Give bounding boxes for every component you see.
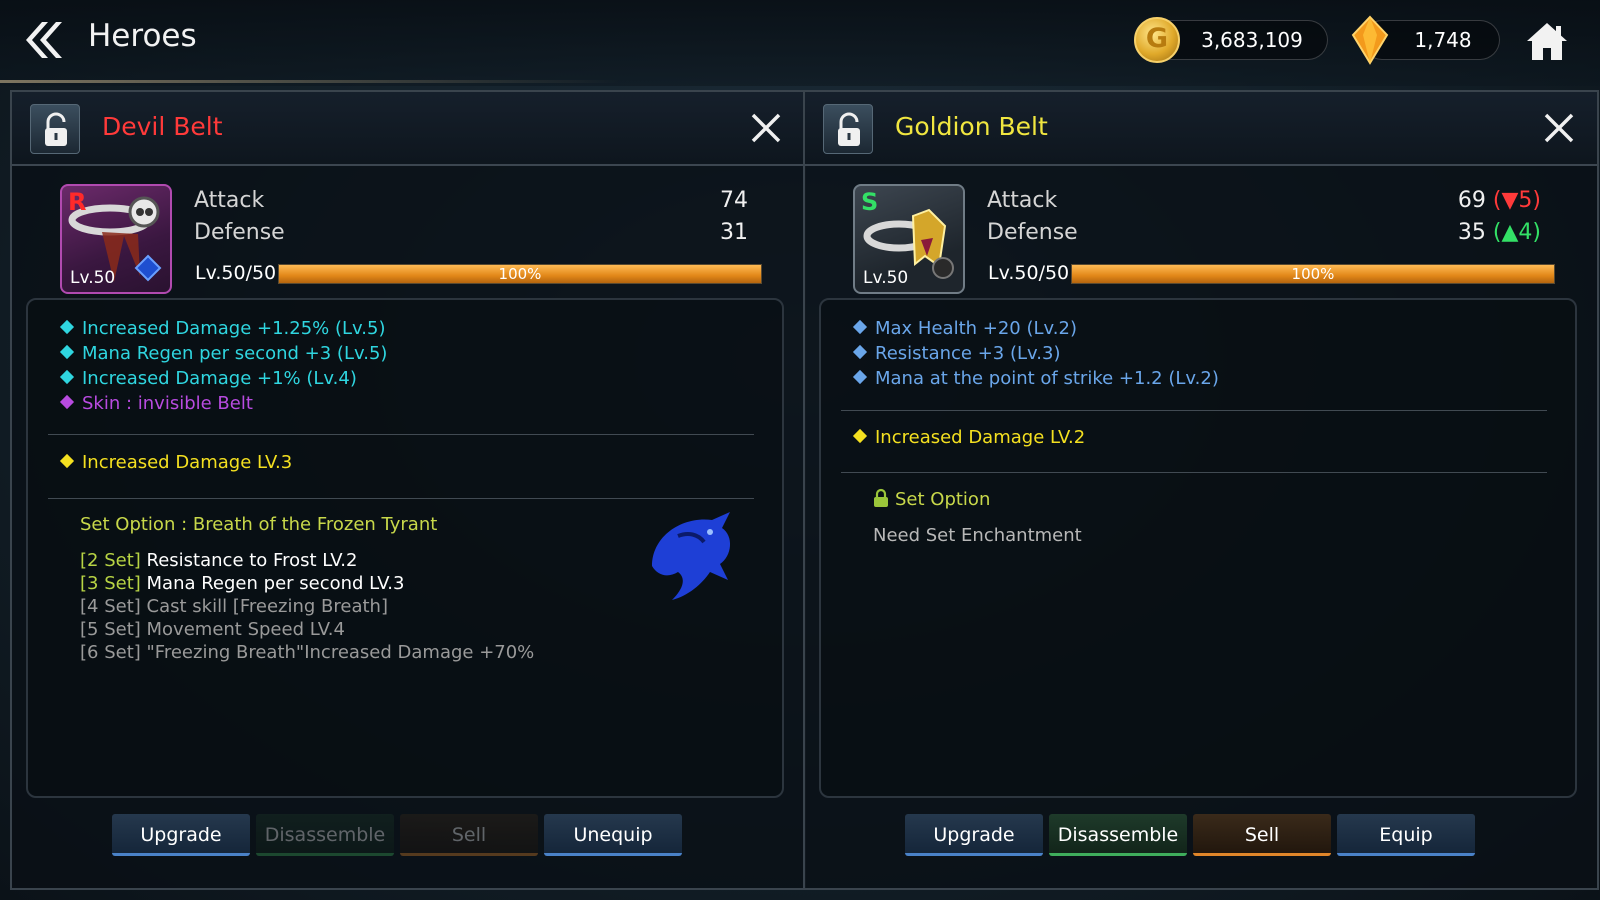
divider bbox=[48, 434, 754, 435]
dragon-set-emblem-icon bbox=[652, 512, 731, 600]
item-details: Increased Damage +1.25% (Lv.5) Mana Rege… bbox=[26, 298, 784, 798]
attack-label: Attack bbox=[194, 188, 265, 213]
disassemble-button[interactable]: Disassemble bbox=[256, 814, 394, 856]
gem-amount: 1,748 bbox=[1414, 28, 1472, 52]
option-line: Mana Regen per second +3 (Lv.5) bbox=[59, 343, 387, 364]
item-icon: S Lv.50 bbox=[853, 184, 965, 294]
panel-header: Devil Belt bbox=[12, 92, 804, 166]
level-label: Lv.50/50 bbox=[195, 262, 277, 284]
set-requirement: Need Set Enchantment bbox=[873, 525, 1082, 546]
set-bonus-line: [6 Set] "Freezing Breath"Increased Damag… bbox=[80, 642, 535, 663]
special-option: Increased Damage LV.2 bbox=[852, 427, 1085, 448]
divider bbox=[841, 472, 1547, 473]
lock-icon bbox=[874, 488, 888, 507]
upgrade-button[interactable]: Upgrade bbox=[905, 814, 1043, 856]
set-bonus-line: [5 Set] Movement Speed LV.4 bbox=[80, 619, 345, 640]
sell-button[interactable]: Sell bbox=[1193, 814, 1331, 856]
item-name: Goldion Belt bbox=[895, 112, 1048, 141]
close-icon bbox=[751, 113, 781, 143]
sell-button[interactable]: Sell bbox=[400, 814, 538, 856]
panel-header: Goldion Belt bbox=[805, 92, 1597, 166]
icon-level: Lv.50 bbox=[863, 268, 909, 288]
home-button[interactable] bbox=[1524, 20, 1570, 62]
close-button[interactable] bbox=[1541, 110, 1577, 146]
close-button[interactable] bbox=[748, 110, 784, 146]
option-line: Skin : invisible Belt bbox=[59, 393, 253, 414]
set-option-title: Set Option bbox=[873, 488, 990, 510]
back-button[interactable] bbox=[20, 20, 64, 60]
option-line: Max Health +20 (Lv.2) bbox=[852, 318, 1077, 339]
attack-value: 69 (▼5) bbox=[1457, 188, 1541, 213]
level-progress-bar: 100% bbox=[1071, 264, 1555, 284]
defense-value: 35 (▲4) bbox=[1457, 220, 1541, 245]
item-name: Devil Belt bbox=[102, 112, 223, 141]
item-icon: R Lv.50 bbox=[60, 184, 172, 294]
double-chevron-left-icon bbox=[26, 22, 62, 58]
item-details: Max Health +20 (Lv.2) Resistance +3 (Lv.… bbox=[819, 298, 1577, 798]
level-label: Lv.50/50 bbox=[988, 262, 1070, 284]
unequip-button[interactable]: Unequip bbox=[544, 814, 682, 856]
defense-label: Defense bbox=[194, 220, 285, 245]
disassemble-button[interactable]: Disassemble bbox=[1049, 814, 1187, 856]
equip-button[interactable]: Equip bbox=[1337, 814, 1475, 856]
upgrade-button[interactable]: Upgrade bbox=[112, 814, 250, 856]
grade-badge: R bbox=[68, 188, 87, 216]
icon-level: Lv.50 bbox=[70, 268, 116, 288]
gold-amount: 3,683,109 bbox=[1201, 28, 1303, 52]
attack-value: 74 bbox=[720, 188, 748, 213]
progress-text: 100% bbox=[1291, 265, 1335, 283]
set-bonus-line: [3 Set] Mana Regen per second LV.3 bbox=[80, 573, 405, 594]
option-line: Increased Damage +1.25% (Lv.5) bbox=[59, 318, 386, 339]
attack-label: Attack bbox=[987, 188, 1058, 213]
close-icon bbox=[1544, 113, 1574, 143]
lock-toggle[interactable] bbox=[30, 104, 80, 154]
equipped-item-panel: Devil Belt R Lv.50 Attack 74 Defense 31 … bbox=[10, 90, 806, 890]
option-line: Mana at the point of strike +1.2 (Lv.2) bbox=[852, 368, 1219, 389]
defense-diff: (▲4) bbox=[1492, 220, 1541, 245]
level-progress-bar: 100% bbox=[278, 264, 762, 284]
option-line: Resistance +3 (Lv.3) bbox=[852, 343, 1060, 364]
top-divider bbox=[0, 80, 620, 83]
defense-label: Defense bbox=[987, 220, 1078, 245]
grade-badge: S bbox=[861, 188, 879, 216]
set-bonus-line: [2 Set] Resistance to Frost LV.2 bbox=[80, 550, 358, 571]
page-title: Heroes bbox=[88, 18, 197, 54]
special-option: Increased Damage LV.3 bbox=[59, 452, 292, 473]
unlock-icon bbox=[838, 112, 860, 146]
divider bbox=[841, 410, 1547, 411]
divider bbox=[48, 498, 754, 499]
home-icon bbox=[1527, 23, 1567, 60]
compare-item-panel: Goldion Belt S Lv.50 Attack 69 (▼5) Defe… bbox=[803, 90, 1599, 890]
lock-toggle[interactable] bbox=[823, 104, 873, 154]
option-line: Increased Damage +1% (Lv.4) bbox=[59, 368, 357, 389]
unlock-icon bbox=[45, 112, 67, 146]
gem-icon bbox=[1349, 15, 1391, 65]
defense-value: 31 bbox=[720, 220, 748, 245]
gold-coin-icon: G bbox=[1134, 17, 1180, 63]
attack-diff: (▼5) bbox=[1492, 188, 1541, 213]
set-bonus-line: [4 Set] Cast skill [Freezing Breath] bbox=[80, 596, 388, 617]
set-option-title: Set Option : Breath of the Frozen Tyrant bbox=[80, 514, 438, 535]
progress-text: 100% bbox=[498, 265, 542, 283]
